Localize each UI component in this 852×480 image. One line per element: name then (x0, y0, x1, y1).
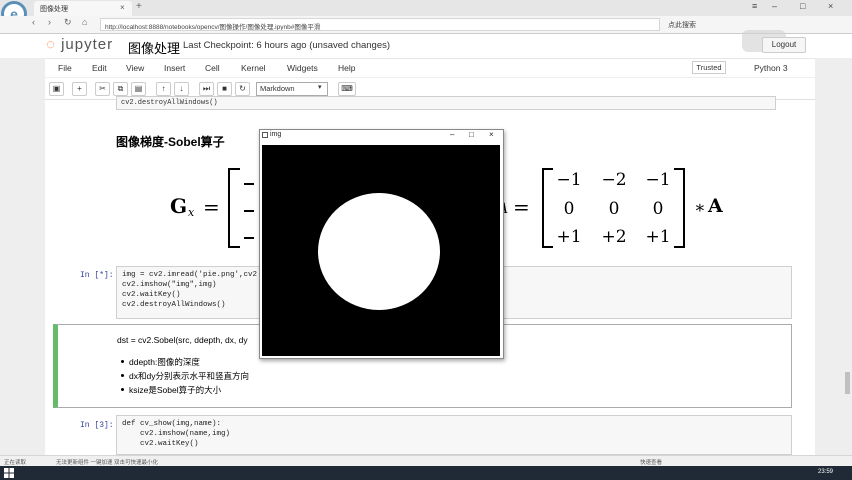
taskbar (0, 466, 852, 480)
move-down-icon[interactable]: ↓ (174, 82, 189, 96)
menu-cell[interactable]: Cell (205, 63, 220, 73)
menu-icon[interactable]: ≡ (752, 1, 757, 11)
checkpoint-status: Last Checkpoint: 6 hours ago (unsaved ch… (183, 40, 391, 51)
home-icon[interactable]: ⌂ (82, 17, 87, 27)
vertical-scrollbar[interactable] (843, 100, 852, 460)
matrix-cell: +2 (601, 227, 627, 247)
formula-left-bracket (228, 168, 240, 248)
chevron-down-icon: ▾ (318, 84, 322, 91)
matrix-cell: 0 (652, 199, 664, 219)
formula-partial-entry (244, 237, 254, 239)
formula-partial-entry (244, 183, 254, 185)
notebook-title[interactable]: 图像处理 (128, 38, 180, 57)
status-hint: 无法更新组件 一键加速 双击可快速最小化 (56, 460, 159, 466)
url-input[interactable]: http://localhost:8888/notebooks/opencv/图… (100, 18, 660, 31)
bullet-item: dx和dy分别表示水平和竖直方向 (129, 371, 249, 381)
code-cell-previous[interactable]: cv2.destroyAllWindows() (116, 96, 776, 110)
move-up-icon[interactable]: ↑ (156, 82, 171, 96)
formula-partial-entry (244, 210, 254, 212)
cell-prompt: In [3]: (80, 421, 114, 430)
scrollbar-thumb[interactable] (845, 372, 850, 394)
cell-prompt: In [*]: (80, 271, 114, 280)
matrix-cell: +1 (645, 227, 671, 247)
menu-kernel[interactable]: Kernel (241, 63, 266, 73)
code-line: def cv_show(img,name): (122, 420, 222, 428)
bullet-dot (121, 388, 124, 391)
browser-statusbar: 正在读取 无法更新组件 一键加速 双击可快速最小化 快速查看 (0, 455, 852, 466)
matrix-cell: +1 (556, 227, 582, 247)
browser-tab[interactable]: 图像处理 (34, 1, 132, 16)
bullet-dot (121, 374, 124, 377)
jupyter-logo-text: jupyter (61, 36, 114, 53)
matrix-cell: 0 (563, 199, 575, 219)
code-line: cv2.imshow(name,img) (122, 430, 231, 438)
bullet-item: ksize是Sobel算子的大小 (129, 385, 222, 395)
restart-icon[interactable]: ↻ (235, 82, 250, 96)
windows-start-icon[interactable] (4, 468, 14, 478)
formula-equals: = (203, 195, 220, 219)
menu-help[interactable]: Help (338, 63, 355, 73)
stop-icon[interactable]: ■ (217, 82, 232, 96)
jupyter-logo[interactable]: ◌ jupyter (46, 36, 113, 53)
run-icon[interactable]: ⏭ (199, 82, 214, 96)
keyboard-icon[interactable]: ⌨ (338, 82, 356, 96)
menu-file[interactable]: File (58, 63, 72, 73)
matrix-cell: −1 (645, 170, 671, 190)
new-tab-icon[interactable]: + (136, 1, 142, 12)
refresh-icon[interactable]: ↻ (64, 17, 72, 28)
close-tab-icon[interactable]: × (120, 3, 125, 12)
cv-close-icon[interactable]: × (489, 130, 494, 139)
bullet-dot (121, 360, 124, 363)
search-box[interactable]: 点此搜索 (668, 20, 696, 30)
white-circle-image (318, 193, 440, 310)
code-line: cv2.waitKey() (122, 440, 199, 448)
markdown-heading: 图像梯度-Sobel算子 (116, 135, 225, 149)
kernel-indicator: Python 3 (754, 63, 788, 73)
add-cell-icon[interactable]: + (72, 82, 87, 96)
cut-icon[interactable]: ✂ (95, 82, 110, 96)
minimize-icon[interactable]: – (772, 1, 777, 11)
close-window-icon[interactable]: × (828, 1, 833, 11)
status-right[interactable]: 快速查看 (640, 458, 662, 466)
menu-insert[interactable]: Insert (164, 63, 185, 73)
cv-window-title: img (270, 131, 282, 138)
taskbar-clock: 23:59 (818, 469, 834, 475)
formula-gx: G (170, 194, 188, 218)
menu-widgets[interactable]: Widgets (287, 63, 318, 73)
copy-icon[interactable]: ⧉ (113, 82, 128, 96)
matrix-cell: 0 (608, 199, 620, 219)
bullet-item: ddepth:图像的深度 (129, 357, 200, 367)
matrix-cell: −1 (556, 170, 582, 190)
cv-minimize-icon[interactable]: – (450, 130, 454, 139)
formula-gx-subscript: x (188, 206, 195, 219)
sobel-signature: dst = cv2.Sobel(src, ddepth, dx, dy (117, 335, 248, 345)
formula-equals-2: = (513, 195, 530, 219)
window-app-icon (262, 132, 268, 138)
matrix-cell: −2 (601, 170, 627, 190)
code-cell[interactable]: def cv_show(img,name): cv2.imshow(name,i… (116, 415, 792, 455)
cv-maximize-icon[interactable]: □ (469, 130, 474, 139)
formula-star: ∗ (694, 198, 706, 218)
tab-title: 图像处理 (40, 6, 68, 13)
trusted-badge[interactable]: Trusted (692, 61, 726, 74)
status-left: 正在读取 (4, 460, 27, 466)
paste-icon[interactable]: ▤ (131, 82, 146, 96)
forward-icon[interactable]: › (48, 17, 51, 27)
maximize-icon[interactable]: □ (800, 1, 805, 11)
menu-edit[interactable]: Edit (92, 63, 107, 73)
formula-A: A (708, 195, 723, 217)
save-icon[interactable]: ▣ (49, 82, 64, 96)
back-icon[interactable]: ‹ (32, 17, 35, 27)
menu-view[interactable]: View (126, 63, 144, 73)
logout-button[interactable]: Logout (762, 37, 806, 53)
